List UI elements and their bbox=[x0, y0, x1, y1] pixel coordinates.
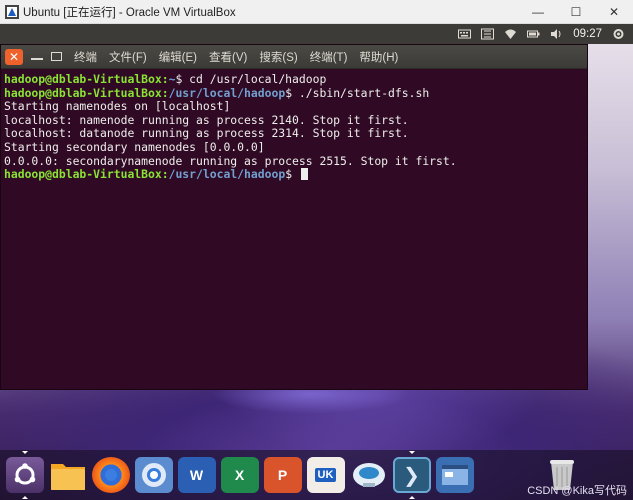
command-text: ./sbin/start-dfs.sh bbox=[298, 85, 430, 100]
terminal-line: localhost: namenode running as process 2… bbox=[4, 112, 409, 127]
host-minimize-button[interactable]: — bbox=[519, 0, 557, 24]
dock-chromium[interactable] bbox=[134, 455, 173, 495]
browser-icon bbox=[141, 463, 166, 487]
virtualbox-app-icon bbox=[5, 4, 19, 19]
tray-network[interactable] bbox=[504, 28, 517, 40]
dock-excel[interactable]: X bbox=[220, 455, 259, 495]
menu-edit[interactable]: 编辑(E) bbox=[159, 49, 197, 65]
tray-keyboard[interactable] bbox=[458, 28, 472, 40]
host-close-button[interactable]: ✕ bbox=[595, 0, 633, 24]
prompt-user: hadoop@dblab-VirtualBox bbox=[4, 167, 162, 182]
ubuntu-logo-icon bbox=[14, 463, 35, 485]
keyboard-icon bbox=[458, 29, 472, 39]
menu-view[interactable]: 查看(V) bbox=[209, 49, 247, 65]
terminal-menubar: 终端 文件(F) 编辑(E) 查看(V) 搜索(S) 终端(T) 帮助(H) bbox=[74, 49, 410, 65]
prompt-colon: : bbox=[161, 167, 169, 182]
dock-ubuntu-dash[interactable] bbox=[5, 451, 44, 499]
prompt-dollar: $ bbox=[285, 85, 299, 100]
terminal-line: hadoop@dblab-VirtualBox:~$ cd /usr/local… bbox=[4, 72, 584, 87]
watermark: CSDN @Kika写代码 bbox=[527, 485, 627, 497]
terminal-maximize-button[interactable] bbox=[51, 52, 62, 61]
command-text: cd /usr/local/hadoop bbox=[189, 72, 327, 86]
dock-powerpoint[interactable]: P bbox=[263, 455, 302, 495]
dock-remote-desktop[interactable] bbox=[349, 455, 388, 495]
dock-firefox[interactable] bbox=[91, 455, 130, 495]
terminal-line: 0.0.0.0: secondarynamenode running as pr… bbox=[4, 153, 457, 168]
volume-icon bbox=[551, 29, 561, 39]
dock-word[interactable]: W bbox=[177, 455, 216, 495]
prompt-dollar: $ bbox=[175, 72, 190, 86]
prompt-path: /usr/local/hadoop bbox=[168, 85, 286, 100]
terminal-close-button[interactable]: ✕ bbox=[5, 48, 23, 65]
host-window-controls: — ☐ ✕ bbox=[519, 0, 633, 24]
software-center-badge: UK bbox=[314, 468, 337, 482]
excel-icon: X bbox=[220, 457, 259, 493]
tray-settings[interactable] bbox=[612, 28, 625, 40]
dock-files[interactable] bbox=[48, 455, 87, 495]
dock-workspace-switcher[interactable] bbox=[435, 455, 474, 495]
tray-battery[interactable] bbox=[527, 28, 540, 40]
gear-icon bbox=[613, 29, 624, 39]
text-cursor bbox=[300, 168, 308, 181]
panel-clock[interactable]: 09:27 bbox=[573, 28, 602, 40]
terminal-line: Starting secondary namenodes [0.0.0.0] bbox=[4, 139, 265, 154]
host-window-title: Ubuntu [正在运行] - Oracle VM VirtualBox bbox=[23, 6, 236, 19]
remote-desktop-icon bbox=[352, 463, 385, 487]
dock-software-center[interactable]: UK bbox=[306, 455, 345, 495]
terminal-output[interactable]: hadoop@dblab-VirtualBox:~$ cd /usr/local… bbox=[1, 69, 587, 186]
terminal-minimize-button[interactable] bbox=[31, 57, 43, 60]
menu-help[interactable]: 帮助(H) bbox=[359, 49, 398, 65]
word-icon: W bbox=[177, 457, 216, 493]
terminal-line: hadoop@dblab-VirtualBox:/usr/local/hadoo… bbox=[4, 167, 584, 182]
input-method-icon bbox=[481, 28, 495, 40]
ubuntu-top-panel: 09:27 bbox=[0, 24, 633, 44]
prompt-colon: : bbox=[161, 72, 169, 86]
prompt-user: hadoop@dblab-VirtualBox bbox=[4, 72, 162, 86]
terminal-line: localhost: datanode running as process 2… bbox=[4, 126, 409, 141]
folder-icon bbox=[50, 464, 85, 490]
prompt-user: hadoop@dblab-VirtualBox bbox=[4, 85, 162, 100]
terminal-titlebar[interactable]: ✕ 终端 文件(F) 编辑(E) 查看(V) 搜索(S) 终端(T) 帮助(H) bbox=[1, 45, 587, 69]
tray-keyboard-layout[interactable] bbox=[481, 28, 495, 40]
firefox-icon bbox=[104, 469, 117, 481]
host-maximize-button[interactable]: ☐ bbox=[557, 0, 595, 24]
workspace-icon bbox=[441, 465, 468, 485]
powerpoint-icon: P bbox=[263, 457, 302, 493]
menu-terminal-app[interactable]: 终端 bbox=[74, 49, 97, 65]
dock-terminal[interactable]: ❯ bbox=[392, 451, 431, 499]
terminal-icon: ❯ bbox=[392, 457, 431, 493]
battery-icon bbox=[527, 30, 540, 38]
menu-terminal[interactable]: 终端(T) bbox=[310, 49, 348, 65]
network-icon bbox=[505, 29, 517, 39]
menu-file[interactable]: 文件(F) bbox=[109, 49, 147, 65]
host-titlebar: Ubuntu [正在运行] - Oracle VM VirtualBox — ☐… bbox=[0, 0, 633, 24]
prompt-dollar: $ bbox=[285, 167, 299, 182]
terminal-line: Starting namenodes on [localhost] bbox=[4, 99, 231, 114]
prompt-colon: : bbox=[161, 85, 169, 100]
prompt-path: /usr/local/hadoop bbox=[168, 167, 286, 182]
menu-search[interactable]: 搜索(S) bbox=[259, 49, 297, 65]
terminal-window[interactable]: ✕ 终端 文件(F) 编辑(E) 查看(V) 搜索(S) 终端(T) 帮助(H)… bbox=[0, 44, 588, 390]
tray-volume[interactable] bbox=[550, 28, 563, 40]
terminal-line: hadoop@dblab-VirtualBox:/usr/local/hadoo… bbox=[4, 85, 584, 101]
